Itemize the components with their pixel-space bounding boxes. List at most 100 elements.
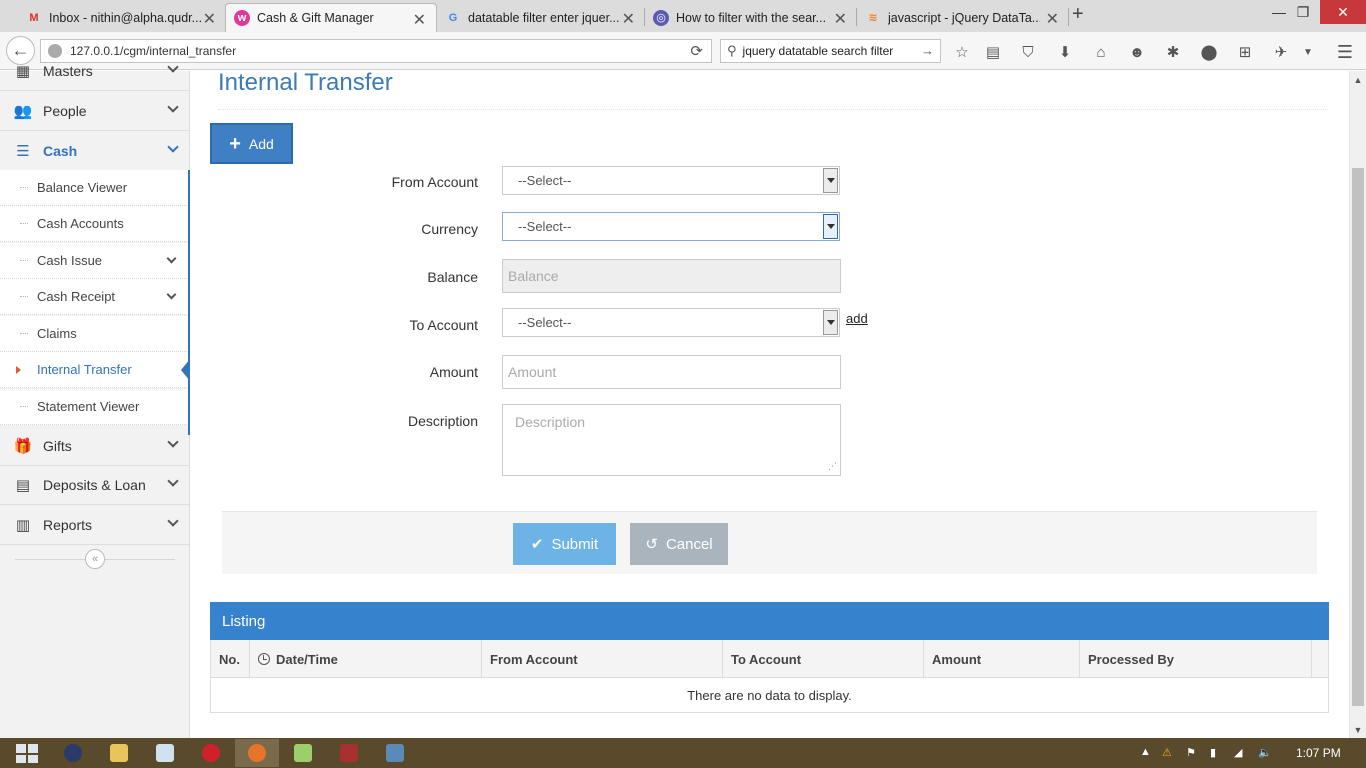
- description-field[interactable]: Description ⋰: [502, 404, 841, 476]
- restore-icon[interactable]: ❐: [1283, 0, 1323, 24]
- reading-list-icon[interactable]: ▤: [983, 42, 1003, 62]
- sidebar: ▦ Masters 👥 People ☰ Cash Balance Viewer…: [0, 61, 190, 738]
- sidebar-subitem-label: Cash Accounts: [37, 216, 124, 231]
- pocket-icon[interactable]: ⛉: [1018, 42, 1038, 62]
- windows-start-icon[interactable]: [16, 744, 38, 763]
- column-header-processed-by[interactable]: Processed By: [1080, 640, 1312, 678]
- add-button[interactable]: + Add: [210, 123, 293, 164]
- sidebar-item-masters[interactable]: ▦ Masters: [0, 51, 189, 91]
- new-tab-icon[interactable]: +: [1072, 3, 1084, 26]
- currency-select[interactable]: --Select--: [502, 212, 840, 241]
- taskbar-app-opera[interactable]: [189, 739, 233, 767]
- sitemap-icon[interactable]: ⊞: [1235, 42, 1255, 62]
- browser-tab-filter[interactable]: ◎ How to filter with the sear... ✕: [645, 3, 857, 32]
- tab-title: datatable filter enter jquer...: [468, 10, 620, 25]
- scroll-up-icon[interactable]: ▲: [1350, 71, 1366, 88]
- add-account-link[interactable]: add: [846, 311, 868, 326]
- sidebar-subitem-label: Claims: [37, 326, 77, 341]
- taskbar-app-chrome[interactable]: [51, 739, 95, 767]
- sidebar-subitem-cash-accounts[interactable]: Cash Accounts: [0, 206, 189, 242]
- chevron-down-icon[interactable]: ▼: [1298, 42, 1318, 62]
- check-icon: ✔: [530, 536, 544, 553]
- chevron-down-icon: [167, 475, 179, 487]
- chevron-down-icon[interactable]: [823, 168, 838, 193]
- undo-icon: ↺: [645, 536, 658, 553]
- window-close-icon[interactable]: ✕: [1320, 0, 1366, 24]
- chevron-down-icon[interactable]: [823, 310, 838, 335]
- taskbar-app-editor[interactable]: [327, 739, 371, 767]
- sidebar-item-cash[interactable]: ☰ Cash: [0, 131, 189, 171]
- tray-arrow-icon[interactable]: ▲: [1140, 746, 1151, 758]
- sidebar-subitem-claims[interactable]: Claims: [0, 316, 189, 352]
- active-caret-icon: [16, 366, 21, 374]
- battery-icon[interactable]: ▮: [1210, 746, 1216, 759]
- sidebar-subitem-cash-receipt[interactable]: Cash Receipt: [0, 279, 189, 315]
- cancel-button[interactable]: ↺ Cancel: [630, 523, 728, 565]
- submit-button[interactable]: ✔ Submit: [513, 523, 616, 565]
- column-header-label: Amount: [932, 651, 982, 667]
- taskbar-clock[interactable]: 1:07 PM: [1296, 746, 1341, 760]
- sidebar-subitem-statement-viewer[interactable]: Statement Viewer: [0, 389, 189, 425]
- sidebar-item-people[interactable]: 👥 People: [0, 91, 189, 131]
- go-arrow-icon[interactable]: →: [921, 43, 934, 58]
- bookmark-star-icon[interactable]: ☆: [952, 42, 972, 62]
- sidebar-subitem-balance-viewer[interactable]: Balance Viewer: [0, 170, 189, 206]
- column-header-amount[interactable]: Amount: [924, 640, 1080, 678]
- to-account-select[interactable]: --Select--: [502, 308, 840, 337]
- warning-icon[interactable]: ⚠: [1162, 746, 1172, 759]
- browser-tab-stackoverflow[interactable]: ≋ javascript - jQuery DataTa... ✕: [857, 3, 1069, 32]
- from-account-select[interactable]: --Select--: [502, 166, 840, 195]
- sidebar-subitem-cash-issue[interactable]: Cash Issue: [0, 243, 189, 279]
- volume-icon[interactable]: 🔈: [1258, 746, 1272, 759]
- chat-icon[interactable]: ☻: [1127, 42, 1147, 62]
- home-icon[interactable]: ⌂: [1091, 42, 1111, 62]
- chevron-down-icon[interactable]: [823, 214, 838, 239]
- browser-tab-google[interactable]: G datatable filter enter jquer... ✕: [437, 3, 645, 32]
- column-header-datetime[interactable]: Date/Time: [250, 640, 482, 678]
- balance-placeholder: Balance: [508, 268, 559, 284]
- download-icon[interactable]: ⬇: [1055, 42, 1075, 62]
- search-bar[interactable]: ⚲ jquery datatable search filter →: [720, 39, 941, 63]
- collapse-sidebar-icon[interactable]: «: [85, 549, 105, 569]
- network-icon[interactable]: ◢: [1234, 746, 1242, 759]
- taskbar-app-notepad[interactable]: [143, 739, 187, 767]
- addon-icon[interactable]: ✈: [1271, 42, 1291, 62]
- chevron-down-icon: [166, 289, 177, 300]
- scroll-down-icon[interactable]: ▼: [1350, 721, 1366, 738]
- sidebar-item-gifts[interactable]: 🎁 Gifts: [0, 426, 189, 466]
- column-header-label: No.: [219, 651, 240, 667]
- to-account-value: --Select--: [518, 315, 572, 330]
- column-header-to-account[interactable]: To Account: [723, 640, 924, 678]
- taskbar-app-explorer[interactable]: [97, 739, 141, 767]
- vertical-scrollbar[interactable]: ▲ ▼: [1349, 71, 1366, 738]
- bug-icon[interactable]: ✱: [1163, 42, 1183, 62]
- tree-connector: [20, 406, 28, 407]
- close-icon[interactable]: ✕: [834, 9, 847, 29]
- close-icon[interactable]: ✕: [413, 10, 426, 30]
- extension-icon[interactable]: ⬤: [1199, 42, 1219, 62]
- reload-icon[interactable]: ⟳: [690, 42, 703, 60]
- menu-icon[interactable]: ☰: [1335, 42, 1355, 62]
- scrollbar-thumb[interactable]: [1352, 168, 1364, 706]
- taskbar-app-files[interactable]: [281, 739, 325, 767]
- grid-icon: ▦: [15, 62, 31, 80]
- sidebar-subitem-internal-transfer[interactable]: Internal Transfer: [0, 352, 190, 388]
- stackoverflow-icon: ≋: [868, 12, 878, 24]
- taskbar-app-window[interactable]: [373, 739, 417, 767]
- amount-field[interactable]: Amount: [502, 355, 841, 389]
- description-placeholder: Description: [515, 414, 586, 430]
- column-header-from-account[interactable]: From Account: [482, 640, 723, 678]
- browser-tab-cash-gift-manager[interactable]: w Cash & Gift Manager ✕: [225, 3, 437, 32]
- close-icon[interactable]: ✕: [622, 9, 635, 29]
- resize-grip-icon[interactable]: ⋰: [828, 461, 837, 472]
- browser-tab-gmail[interactable]: M Inbox - nithin@alpha.qudr... ✕: [18, 3, 226, 32]
- browser-nav-bar: ← 127.0.0.1/cgm/internal_transfer ⟳ ⚲ jq…: [0, 32, 1366, 70]
- column-header-no[interactable]: No.: [211, 640, 250, 678]
- close-icon[interactable]: ✕: [203, 9, 216, 29]
- flag-icon[interactable]: ⚑: [1186, 746, 1196, 759]
- close-icon[interactable]: ✕: [1046, 9, 1059, 29]
- taskbar-app-firefox[interactable]: [235, 739, 279, 767]
- sidebar-item-reports[interactable]: ▥ Reports: [0, 505, 189, 545]
- sidebar-item-deposits-loan[interactable]: ▤ Deposits & Loan: [0, 465, 189, 505]
- column-header-label: Processed By: [1088, 651, 1174, 667]
